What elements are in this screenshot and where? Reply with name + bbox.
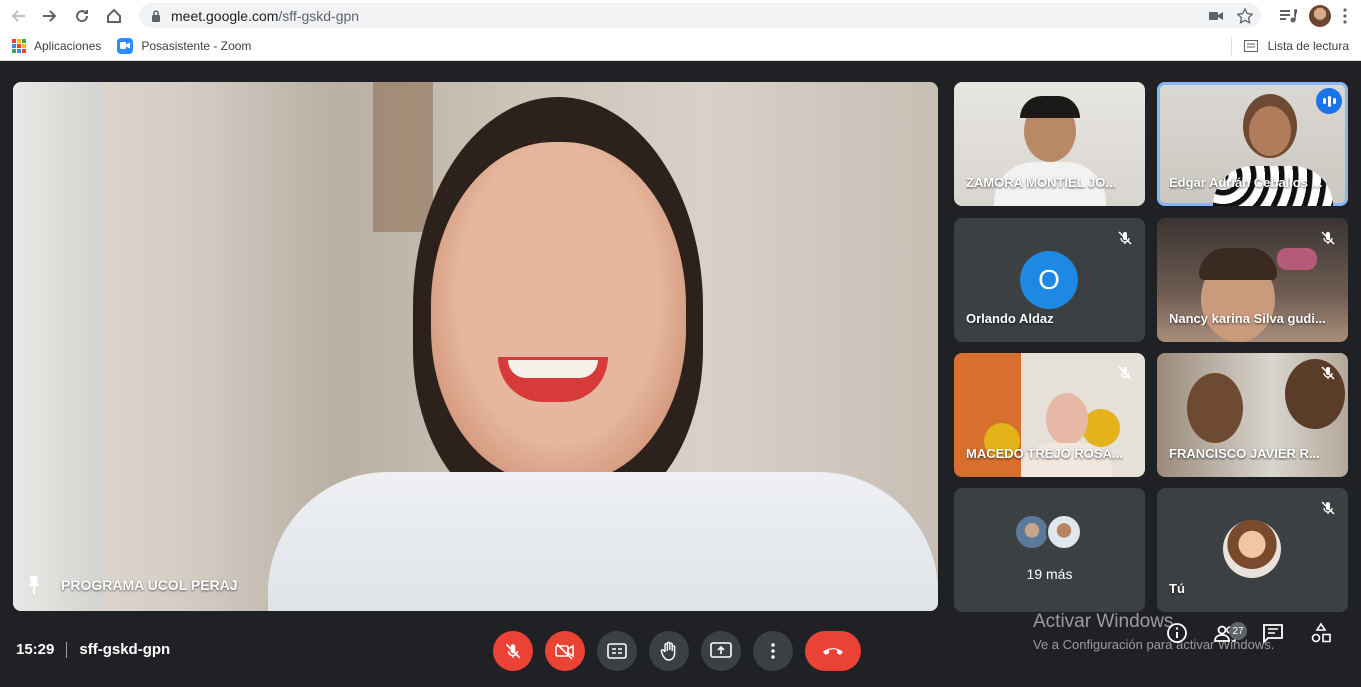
activities-button[interactable]	[1309, 621, 1333, 645]
browser-toolbar: meet.google.com/sff-gskd-gpn	[0, 0, 1361, 31]
participant-teeth	[508, 360, 598, 378]
home-button[interactable]	[98, 0, 130, 31]
activities-icon	[1311, 622, 1331, 643]
mic-off-icon	[1118, 231, 1132, 245]
tile-video-bg	[1187, 373, 1243, 443]
pin-icon[interactable]	[27, 575, 41, 595]
meeting-info: 15:29 sff-gskd-gpn	[16, 641, 170, 658]
home-icon	[107, 8, 121, 23]
lock-icon	[152, 9, 160, 22]
zoom-icon	[117, 37, 134, 54]
divider	[1230, 37, 1232, 55]
tile-video-bg	[1046, 393, 1088, 445]
mic-off-icon	[1118, 366, 1132, 380]
tile-video-bg	[1277, 248, 1317, 270]
participant-face	[431, 142, 686, 482]
tile-video-bg	[1199, 248, 1277, 280]
participant-name: MACEDO TREJO ROSA...	[966, 446, 1123, 461]
kebab-menu-icon[interactable]	[1343, 7, 1347, 24]
mic-off-icon	[505, 643, 521, 659]
chat-button[interactable]	[1261, 621, 1285, 645]
camera-indicator-icon[interactable]	[1209, 10, 1223, 22]
present-screen-icon	[710, 642, 732, 658]
arrow-left-icon	[11, 9, 25, 22]
tile-video-bg	[1020, 96, 1080, 118]
chat-icon	[1263, 624, 1283, 643]
leave-call-button[interactable]	[805, 631, 861, 671]
main-participant-name: PROGRAMA UCOL PERAJ	[61, 577, 238, 593]
mic-toggle-button[interactable]	[493, 631, 533, 671]
meeting-time: 15:29	[16, 641, 55, 658]
divider	[66, 641, 68, 658]
bookmark-zoom[interactable]: Posasistente - Zoom	[117, 37, 252, 54]
captions-button[interactable]	[597, 631, 637, 671]
more-count: 19 más	[1026, 566, 1073, 582]
more-vert-icon	[771, 643, 775, 659]
meeting-code[interactable]: sff-gskd-gpn	[79, 641, 170, 658]
apps-grid-icon	[12, 38, 26, 53]
participant-name: FRANCISCO JAVIER R...	[1169, 446, 1320, 461]
info-icon	[1167, 623, 1187, 643]
participant-name: Edgar Adrián Ceballos ...	[1169, 175, 1323, 190]
participant-name: ZAMORA MONTIEL JO...	[966, 175, 1117, 190]
reading-list[interactable]: Lista de lectura	[1230, 31, 1349, 61]
address-bar[interactable]: meet.google.com/sff-gskd-gpn	[139, 3, 1261, 28]
captions-icon	[607, 643, 627, 659]
forward-button[interactable]	[34, 0, 66, 31]
mic-off-icon	[1321, 366, 1335, 380]
participant-tile[interactable]: Nancy karina Silva gudi...	[1157, 218, 1348, 342]
meet-area: PROGRAMA UCOL PERAJ ZAMORA MONTIEL JO...…	[0, 66, 1361, 687]
bookmark-apps[interactable]: Aplicaciones	[12, 38, 102, 53]
avatar	[1014, 514, 1050, 550]
avatar	[1046, 514, 1082, 550]
background-door	[13, 82, 103, 611]
camera-toggle-button[interactable]	[545, 631, 585, 671]
participant-tile[interactable]: ZAMORA MONTIEL JO...	[954, 82, 1145, 206]
participant-tile[interactable]: O Orlando Aldaz	[954, 218, 1145, 342]
raise-hand-button[interactable]	[649, 631, 689, 671]
url-text: meet.google.com/sff-gskd-gpn	[171, 7, 360, 24]
more-participants-tile[interactable]: 19 más	[954, 488, 1145, 612]
reload-icon	[76, 9, 89, 22]
mic-off-icon	[1321, 231, 1335, 245]
arrow-right-icon	[43, 9, 57, 22]
camera-off-icon	[555, 643, 574, 660]
participant-name: Orlando Aldaz	[966, 311, 1054, 326]
meeting-details-button[interactable]	[1165, 621, 1189, 645]
media-control-icon[interactable]	[1279, 8, 1297, 24]
main-video[interactable]: PROGRAMA UCOL PERAJ	[13, 82, 938, 611]
bottom-bar: 15:29 sff-gskd-gpn Activar Windows Ve a …	[0, 611, 1361, 687]
mic-off-icon	[1321, 501, 1335, 515]
participant-shirt	[268, 472, 938, 611]
star-icon[interactable]	[1237, 7, 1253, 24]
tile-video-bg	[1285, 359, 1345, 429]
avatar: O	[1020, 251, 1078, 309]
hangup-icon	[823, 648, 843, 655]
participant-tile[interactable]: Edgar Adrián Ceballos ...	[1157, 82, 1348, 206]
tile-video-bg	[1249, 106, 1291, 156]
reload-button[interactable]	[66, 0, 98, 31]
speaking-indicator-icon	[1316, 88, 1342, 114]
more-avatars	[1014, 514, 1082, 550]
self-tile[interactable]: Tú	[1157, 488, 1348, 612]
background-frame	[373, 82, 433, 232]
profile-avatar[interactable]	[1309, 4, 1331, 27]
reading-list-icon	[1243, 40, 1258, 52]
back-button[interactable]	[2, 0, 34, 31]
bookmark-label: Posasistente - Zoom	[141, 38, 252, 53]
present-screen-button[interactable]	[701, 631, 741, 671]
main-participant-label: PROGRAMA UCOL PERAJ	[27, 575, 238, 595]
avatar	[1223, 520, 1281, 578]
participant-name: Nancy karina Silva gudi...	[1169, 311, 1326, 326]
participant-tile[interactable]: FRANCISCO JAVIER R...	[1157, 353, 1348, 477]
participant-tile[interactable]: MACEDO TREJO ROSA...	[954, 353, 1145, 477]
bookmark-label: Aplicaciones	[34, 38, 102, 53]
participant-name: Tú	[1169, 581, 1185, 596]
more-options-button[interactable]	[753, 631, 793, 671]
raise-hand-icon	[660, 641, 676, 661]
reading-list-label: Lista de lectura	[1267, 39, 1349, 53]
bookmarks-bar: Aplicaciones Posasistente - Zoom Lista d…	[0, 31, 1361, 61]
participants-count-badge: 27	[1229, 622, 1247, 640]
